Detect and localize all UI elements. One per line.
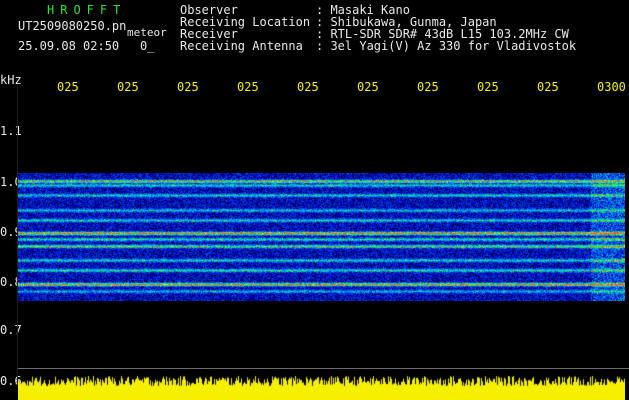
x-tick-label: 0300 [597, 80, 626, 94]
y-axis-unit: kHz [0, 73, 22, 87]
y-tick-label: 1.1 [0, 124, 22, 138]
x-tick-label: 025 [237, 80, 259, 94]
app-title: HROFFT [47, 3, 127, 17]
x-tick-label: 025 [177, 80, 199, 94]
spectrogram [18, 173, 625, 301]
hrofft-window: HROFFT UT2509080250.pn meteor 25.09.08 0… [0, 0, 629, 400]
y-tick-label: 0.7 [0, 323, 22, 337]
x-tick-label: 025 [417, 80, 439, 94]
event-count: 0_ [140, 39, 155, 53]
event-type: meteor [127, 26, 167, 39]
x-tick-label: 025 [357, 80, 379, 94]
date-time: 25.09.08 02:50 [18, 39, 120, 53]
x-tick-label: 025 [117, 80, 139, 94]
x-tick-label: 025 [477, 80, 499, 94]
amplitude-trace [18, 368, 625, 400]
antenna-value: : 3el Yagi(V) Az 330 for Vladivostok [316, 39, 577, 53]
file-name: UT2509080250.pn [18, 19, 127, 33]
x-tick-label: 025 [537, 80, 559, 94]
x-tick-label: 025 [297, 80, 319, 94]
x-tick-label: 025 [57, 80, 79, 94]
antenna-label: Receiving Antenna [180, 39, 303, 53]
